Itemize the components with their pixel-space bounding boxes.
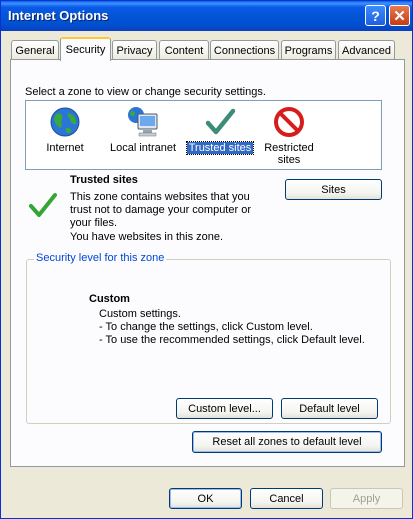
help-button[interactable]: ? bbox=[365, 5, 386, 26]
zone-local-intranet-label: Local intranet bbox=[109, 142, 177, 154]
zone-internet[interactable]: Internet bbox=[27, 101, 103, 154]
trusted-checkmark-icon bbox=[29, 193, 57, 217]
tab-programs[interactable]: Programs bbox=[281, 40, 336, 60]
zone-info-desc-line1: This zone contains websites that you bbox=[70, 191, 250, 203]
zone-trusted-sites-label: Trusted sites bbox=[185, 141, 255, 155]
apply-button-label: Apply bbox=[352, 492, 381, 505]
sites-button-label: Sites bbox=[321, 183, 346, 196]
default-level-button[interactable]: Default level bbox=[281, 398, 378, 419]
security-level-title: Custom bbox=[89, 293, 130, 305]
zone-restricted-label-line1: Restricted bbox=[264, 142, 314, 154]
tab-content[interactable]: Content bbox=[159, 40, 209, 60]
ok-button[interactable]: OK bbox=[169, 488, 242, 509]
no-entry-icon bbox=[274, 107, 304, 137]
security-level-line3: - To use the recommended settings, click… bbox=[99, 334, 365, 346]
security-level-legend: Security level for this zone bbox=[34, 252, 167, 264]
tab-general[interactable]: General bbox=[11, 40, 59, 60]
apply-button[interactable]: Apply bbox=[330, 488, 403, 509]
cancel-button-label: Cancel bbox=[269, 492, 304, 505]
zone-local-intranet[interactable]: Local intranet bbox=[105, 101, 181, 154]
zone-prompt: Select a zone to view or change security… bbox=[25, 86, 266, 98]
tab-privacy[interactable]: Privacy bbox=[112, 40, 157, 60]
close-icon: ✕ bbox=[393, 7, 406, 25]
reset-all-zones-label: Reset all zones to default level bbox=[212, 436, 362, 448]
zone-info-description: This zone contains websites that you tru… bbox=[70, 191, 270, 230]
title-bar[interactable]: Internet Options ? ✕ bbox=[1, 1, 412, 31]
internet-options-dialog: Internet Options ? ✕ General Security Pr… bbox=[0, 0, 413, 519]
zone-trusted-sites[interactable]: Trusted sites bbox=[182, 101, 258, 155]
checkmark-icon bbox=[205, 108, 236, 135]
zone-restricted-label-line2: sites bbox=[277, 154, 301, 166]
zone-internet-label: Internet bbox=[46, 142, 84, 154]
reset-all-zones-button[interactable]: Reset all zones to default level bbox=[192, 431, 382, 453]
security-level-description: Custom settings. - To change the setting… bbox=[99, 308, 365, 347]
custom-level-button[interactable]: Custom level... bbox=[176, 398, 273, 419]
custom-level-button-label: Custom level... bbox=[188, 402, 261, 415]
zone-info-desc-line2: trust not to damage your computer or bbox=[70, 204, 251, 216]
computer-globe-icon bbox=[128, 107, 158, 137]
tab-connections[interactable]: Connections bbox=[210, 40, 279, 60]
ok-button-label: OK bbox=[197, 492, 214, 505]
zone-info-title: Trusted sites bbox=[70, 174, 138, 186]
zone-info-desc-line3: your files. bbox=[70, 217, 118, 229]
zone-info-have-sites: You have websites in this zone. bbox=[70, 231, 224, 243]
zone-list: Internet Local intranet Trusted sites Re… bbox=[25, 100, 382, 170]
zone-restricted-sites[interactable]: Restricted sites bbox=[251, 101, 327, 166]
cancel-button[interactable]: Cancel bbox=[250, 488, 323, 509]
window-title: Internet Options bbox=[8, 8, 109, 23]
tab-security[interactable]: Security bbox=[60, 37, 111, 61]
tab-advanced[interactable]: Advanced bbox=[338, 40, 395, 60]
close-button[interactable]: ✕ bbox=[389, 5, 410, 26]
question-mark-icon: ? bbox=[371, 7, 380, 24]
globe-icon bbox=[50, 107, 80, 137]
security-level-line1: Custom settings. bbox=[99, 308, 181, 320]
default-level-button-label: Default level bbox=[299, 402, 360, 415]
sites-button[interactable]: Sites bbox=[285, 179, 382, 200]
security-level-line2: - To change the settings, click Custom l… bbox=[99, 321, 313, 333]
